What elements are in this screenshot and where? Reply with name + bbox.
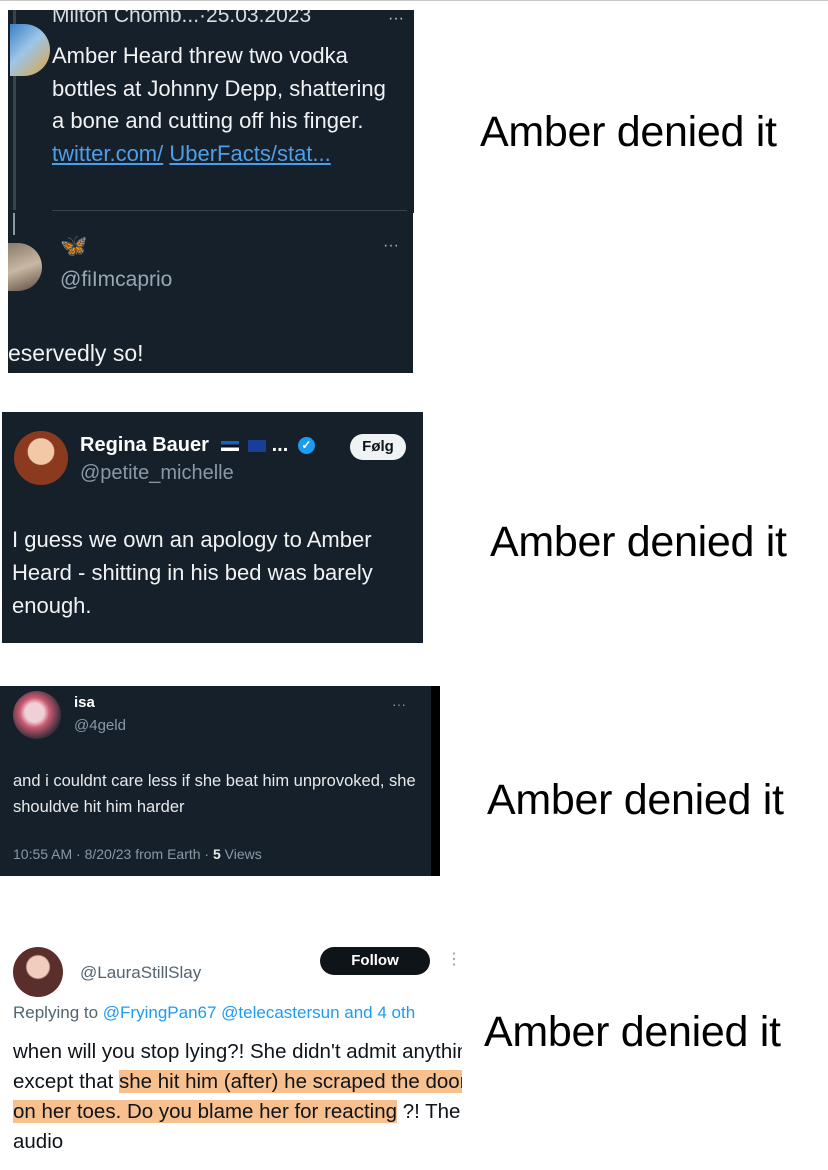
tweet-screenshot-2: Regina Bauer ... ✓ @petite_michelle Følg…	[2, 412, 423, 643]
timestamp: 10:55 AM · 8/20/23 from Earth ·	[13, 846, 213, 862]
more-options-icon[interactable]: ···	[383, 237, 399, 255]
replying-to: Replying to @FryingPan67 @telecastersun …	[13, 1003, 415, 1023]
reply-text: eservedly so!	[8, 340, 144, 366]
name-ellipsis: ...	[271, 434, 289, 456]
tweet-text: Amber Heard threw two vodka bottles at J…	[52, 40, 402, 170]
tweet-text: and i couldnt care less if she beat him …	[13, 772, 416, 816]
verified-badge-icon: ✓	[297, 437, 315, 455]
display-name-text: Regina Bauer	[80, 434, 209, 456]
mention-link[interactable]: @FryingPan67	[103, 1003, 217, 1022]
tweet-screenshot-4: @LauraStillSlay Follow ⋮ Replying to @Fr…	[0, 935, 462, 1170]
tweet-body: Amber Heard threw two vodka bottles at J…	[52, 43, 386, 133]
user-handle[interactable]: @4geld	[74, 717, 126, 734]
caption-3: Amber denied it	[487, 776, 784, 824]
display-name[interactable]: isa	[74, 694, 95, 711]
avatar	[8, 243, 42, 291]
follow-button[interactable]: Følg	[350, 434, 406, 460]
divider	[52, 210, 407, 211]
user-handle[interactable]: @fiImcaprio	[60, 268, 172, 292]
user-handle[interactable]: @petite_michelle	[80, 462, 234, 485]
tweet-text: when will you stop lying?! She didn't ad…	[13, 1037, 462, 1157]
tweet-text: I guess we own an apology to Amber Heard…	[12, 527, 373, 618]
tweet-screenshot-1: Milton Chomb...·25.03.2023 ··· Amber Hea…	[8, 10, 414, 213]
butterfly-icon: 🦋	[60, 233, 88, 258]
views-count: 5	[213, 846, 221, 862]
caption-2: Amber denied it	[490, 518, 787, 566]
avatar	[13, 947, 63, 997]
display-name[interactable]: Regina Bauer ... ✓	[80, 434, 315, 457]
tweet-link-continued[interactable]: UberFacts/stat...	[169, 141, 330, 166]
tweet-reply-screenshot: 🦋 ··· @fiImcaprio eservedly so!	[8, 213, 413, 373]
caption-4: Amber denied it	[484, 1008, 781, 1056]
more-options-icon[interactable]: ···	[392, 696, 406, 712]
avatar	[13, 691, 61, 739]
top-divider	[0, 0, 828, 1]
avatar	[10, 24, 50, 76]
follow-button[interactable]: Follow	[320, 947, 430, 975]
avatar	[14, 431, 68, 485]
mention-link[interactable]: @telecastersun	[221, 1003, 339, 1022]
tweet-meta: 10:55 AM · 8/20/23 from Earth · 5 Views	[13, 846, 262, 862]
caption-1: Amber denied it	[480, 108, 777, 156]
tweet-panel: isa @4geld ··· and i couldnt care less i…	[0, 686, 431, 876]
tweet-link[interactable]: twitter.com/	[52, 141, 163, 166]
estonia-flag-icon	[220, 440, 239, 451]
tweet-header: Milton Chomb...·25.03.2023	[52, 10, 312, 27]
more-options-icon[interactable]: ⋮	[446, 949, 462, 969]
tweet-screenshot-3: isa @4geld ··· and i couldnt care less i…	[0, 686, 440, 876]
thread-line	[13, 213, 15, 235]
user-handle[interactable]: @LauraStillSlay	[80, 963, 201, 983]
replying-more[interactable]: and 4 oth	[340, 1003, 415, 1022]
views-label: Views	[220, 846, 262, 862]
more-options-icon[interactable]: ···	[388, 10, 404, 28]
replying-label: Replying to	[13, 1003, 103, 1022]
eu-flag-icon	[248, 439, 267, 452]
